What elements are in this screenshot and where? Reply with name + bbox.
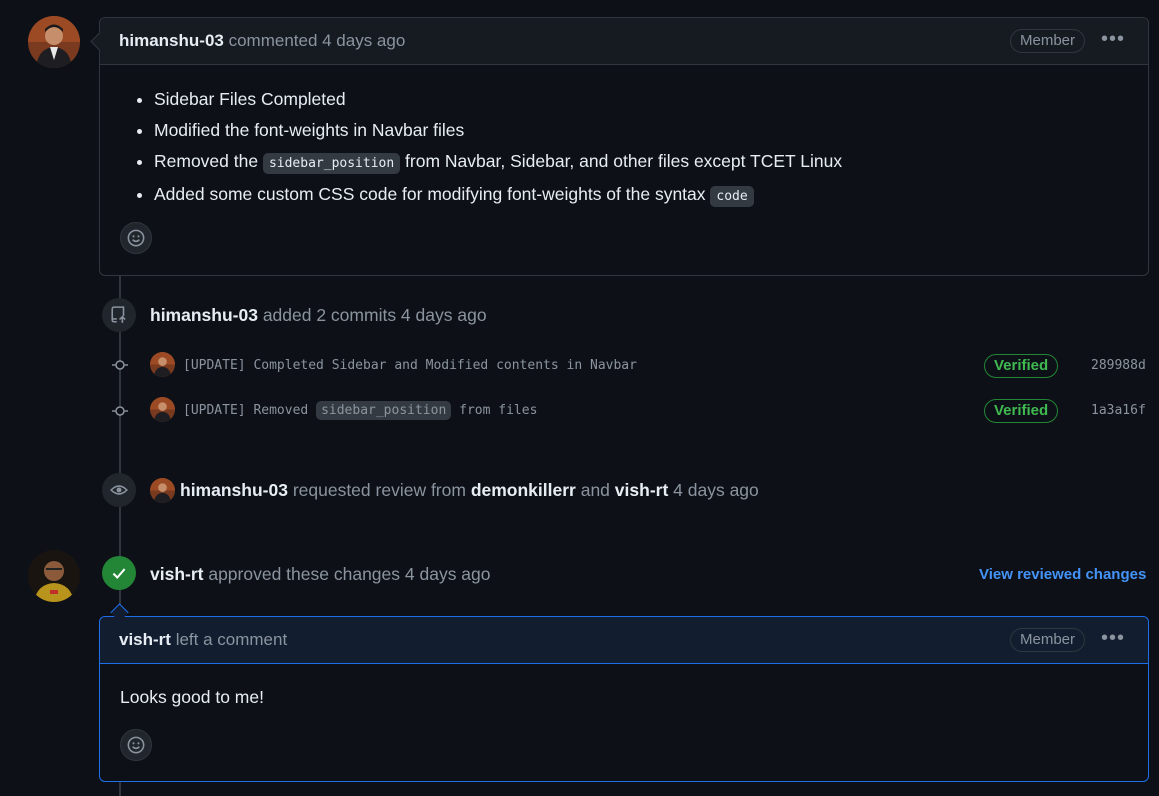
commit-message-link[interactable]: [UPDATE] Completed Sidebar and Modified …	[183, 358, 637, 373]
member-badge: Member	[1010, 29, 1086, 53]
comment-author[interactable]: vish-rt	[119, 630, 171, 649]
event-author[interactable]: vish-rt	[150, 564, 203, 584]
commit-sha-link[interactable]: 1a3a16f	[1091, 403, 1146, 418]
event-author[interactable]: himanshu-03	[180, 480, 288, 500]
kebab-horizontal-icon[interactable]: •••	[1101, 628, 1125, 648]
kebab-horizontal-icon[interactable]: •••	[1101, 29, 1125, 49]
comment-card-vish-rt: vish-rt left a comment Member ••• Looks …	[99, 616, 1149, 782]
comment-header-text: vish-rt left a comment	[119, 630, 288, 649]
view-reviewed-changes-link[interactable]: View reviewed changes	[979, 566, 1146, 583]
commits-event-text: himanshu-03 added 2 commits 4 days ago	[150, 305, 487, 325]
inline-code: sidebar_position	[316, 401, 452, 420]
eye-icon	[102, 473, 136, 507]
avatar-himanshu-small[interactable]	[150, 397, 175, 422]
comment-header-text: himanshu-03 commented 4 days ago	[119, 31, 405, 51]
add-reaction-button[interactable]	[120, 222, 152, 254]
check-icon	[102, 556, 136, 590]
avatar-vish-rt[interactable]	[28, 550, 80, 602]
comment-header: vish-rt left a comment Member •••	[100, 617, 1148, 664]
avatar-himanshu-small[interactable]	[150, 478, 175, 503]
avatar-himanshu-small[interactable]	[150, 352, 175, 377]
comment-header: himanshu-03 commented 4 days ago Member …	[100, 18, 1148, 65]
event-author[interactable]: himanshu-03	[150, 305, 258, 325]
avatar-himanshu[interactable]	[28, 16, 80, 68]
verified-badge[interactable]: Verified	[984, 399, 1059, 423]
git-commit-icon	[112, 406, 128, 416]
comment-author[interactable]: himanshu-03	[119, 31, 224, 50]
comment-body: Looks good to me!	[120, 687, 264, 707]
comment-card-himanshu: himanshu-03 commented 4 days ago Member …	[99, 17, 1149, 276]
list-item: Sidebar Files Completed	[154, 84, 842, 115]
approval-text: vish-rt approved these changes 4 days ag…	[150, 564, 491, 584]
verified-badge[interactable]: Verified	[984, 354, 1059, 378]
commit-message-link[interactable]: [UPDATE] Removed sidebar_position from f…	[183, 401, 537, 420]
comment-body-list: Sidebar Files Completed Modified the fon…	[132, 84, 842, 212]
commit-sha-link[interactable]: 289988d	[1091, 358, 1146, 373]
list-item: Added some custom CSS code for modifying…	[154, 179, 842, 212]
list-item: Removed the sidebar_position from Navbar…	[154, 146, 842, 179]
repo-push-icon	[102, 298, 136, 332]
git-commit-icon	[112, 360, 128, 370]
smiley-icon	[127, 736, 145, 754]
list-item: Modified the font-weights in Navbar file…	[154, 115, 842, 146]
reviewer-link[interactable]: demonkillerr	[471, 480, 576, 500]
review-request-text: himanshu-03 requested review from demonk…	[180, 480, 759, 500]
add-reaction-button[interactable]	[120, 729, 152, 761]
inline-code: sidebar_position	[262, 153, 401, 174]
comment-action: commented 4 days ago	[223, 31, 406, 50]
inline-code: code	[710, 186, 754, 207]
member-badge: Member	[1010, 628, 1086, 652]
reviewer-link[interactable]: vish-rt	[615, 480, 668, 500]
smiley-icon	[127, 229, 145, 247]
